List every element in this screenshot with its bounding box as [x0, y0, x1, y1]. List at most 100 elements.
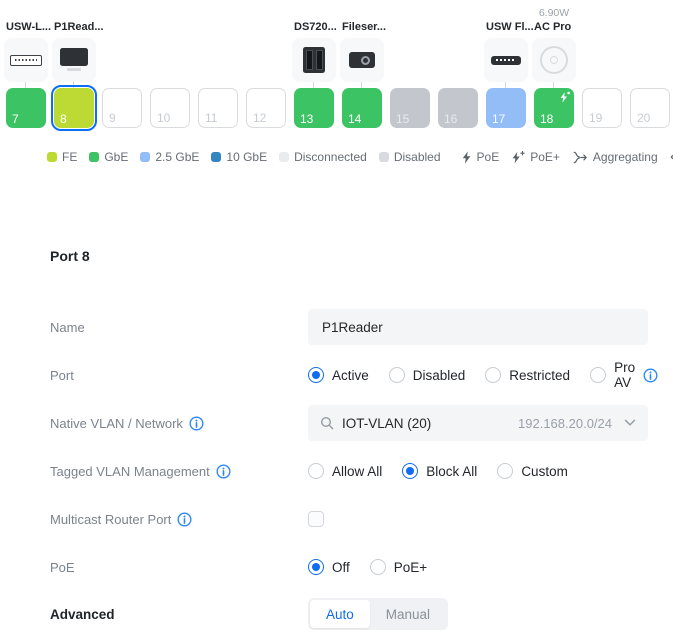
radio-label: Block All: [426, 464, 477, 479]
radio-option-off[interactable]: Off: [308, 559, 350, 575]
name-input[interactable]: [308, 309, 648, 345]
switch-icon: [10, 55, 42, 66]
advanced-row: Advanced AutoManual: [50, 596, 648, 632]
device-usw-fl[interactable]: USW Fl...: [484, 21, 534, 82]
radio-button[interactable]: [308, 559, 324, 575]
mirror-icon: [670, 151, 673, 163]
radio-option-custom[interactable]: Custom: [497, 463, 568, 479]
port-number: 20: [637, 112, 650, 124]
port-tile-10[interactable]: 10: [150, 88, 190, 128]
legend-swatch: [140, 152, 150, 162]
legend-item-aggregating: Aggregating: [572, 150, 658, 164]
device-ac-pro[interactable]: 6.90WAC Pro: [532, 21, 576, 82]
radio-button[interactable]: [308, 463, 324, 479]
tagged-vlan-radio-group: Allow All Block All Custom: [308, 463, 568, 479]
legend-label: PoE: [477, 150, 500, 164]
radio-option-disabled[interactable]: Disabled: [389, 367, 466, 383]
port-tile-19[interactable]: 19: [582, 88, 622, 128]
port-tile-15[interactable]: 15: [390, 88, 430, 128]
radio-label: Pro AV: [614, 360, 635, 390]
port-tile-8[interactable]: 8: [54, 88, 94, 128]
port-tile-20[interactable]: 20: [630, 88, 670, 128]
radio-button[interactable]: [402, 463, 418, 479]
info-icon[interactable]: [643, 368, 658, 383]
port-tile-12[interactable]: 12: [246, 88, 286, 128]
legend-swatch: [89, 152, 99, 162]
port-settings-panel: USW-L...P1Read... DS720...Fileser... USW F…: [0, 0, 673, 634]
advanced-label: Advanced: [50, 607, 308, 622]
device-name-label: USW-L...: [4, 21, 51, 34]
name-label: Name: [50, 320, 308, 335]
port-tile-17[interactable]: 17: [486, 88, 526, 128]
device-usw-l[interactable]: USW-L...: [4, 21, 51, 82]
native-vlan-value: IOT-VLAN (20): [342, 416, 510, 431]
display-icon: [60, 48, 88, 66]
device-tile[interactable]: [340, 38, 384, 82]
radio-option-block-all[interactable]: Block All: [402, 463, 477, 479]
port-number: 13: [300, 113, 313, 125]
port-number: 19: [589, 112, 602, 124]
radio-option-allow-all[interactable]: Allow All: [308, 463, 382, 479]
tagged-vlan-row: Tagged VLAN Management Allow All Block Al…: [50, 453, 648, 489]
native-vlan-label: Native VLAN / Network: [50, 416, 308, 431]
port-number: 18: [540, 113, 553, 125]
legend-swatch: [211, 152, 221, 162]
radio-option-pro-av[interactable]: Pro AV: [590, 360, 658, 390]
legend-label: PoE+: [530, 150, 560, 164]
device-power-label: 6.90W: [532, 7, 576, 19]
multicast-checkbox[interactable]: [308, 511, 324, 527]
radio-button[interactable]: [370, 559, 386, 575]
port-tile-9[interactable]: 9: [102, 88, 142, 128]
segment-manual[interactable]: Manual: [370, 600, 446, 628]
legend-item-10-gbe: 10 GbE: [211, 150, 267, 164]
legend-label: GbE: [104, 150, 128, 164]
advanced-segmented-control: AutoManual: [308, 598, 448, 630]
device-tile[interactable]: [4, 38, 48, 82]
legend-label: Disabled: [394, 150, 441, 164]
device-tile[interactable]: [532, 38, 576, 82]
device-tile[interactable]: [292, 38, 336, 82]
port-tile-7[interactable]: 7: [6, 88, 46, 128]
legend-item-disabled: Disabled: [379, 150, 441, 164]
port-tile-16[interactable]: 16: [438, 88, 478, 128]
port-tile-14[interactable]: 14: [342, 88, 382, 128]
poe-label: PoE: [50, 560, 308, 575]
device-tile[interactable]: [484, 38, 528, 82]
device-ds720[interactable]: DS720...: [292, 21, 337, 82]
device-tile[interactable]: [52, 38, 96, 82]
info-icon[interactable]: [177, 512, 192, 527]
device-fileser[interactable]: Fileser...: [340, 21, 386, 82]
radio-option-active[interactable]: Active: [308, 367, 369, 383]
native-vlan-select[interactable]: IOT-VLAN (20) 192.168.20.0/24: [308, 405, 648, 441]
tagged-vlan-label: Tagged VLAN Management: [50, 464, 308, 479]
radio-label: Restricted: [509, 368, 570, 383]
legend-item-mirror: Mirror: [670, 150, 673, 164]
switch-flex-icon: [491, 56, 521, 65]
poe-radio-group: Off PoE+: [308, 559, 427, 575]
segment-auto[interactable]: Auto: [310, 600, 370, 628]
radio-button[interactable]: [497, 463, 513, 479]
radio-button[interactable]: [485, 367, 501, 383]
radio-button[interactable]: [590, 367, 606, 383]
radio-button[interactable]: [389, 367, 405, 383]
chevron-down-icon: [624, 419, 636, 427]
radio-button[interactable]: [308, 367, 324, 383]
legend-swatch: [279, 152, 289, 162]
port-tile-11[interactable]: 11: [198, 88, 238, 128]
port-tile-18[interactable]: 18: [534, 88, 574, 128]
port-number: 11: [205, 112, 217, 124]
port-tile-13[interactable]: 13: [294, 88, 334, 128]
port-state-radio-group: Active Disabled Restricted Pro AV: [308, 360, 658, 390]
radio-option-restricted[interactable]: Restricted: [485, 367, 570, 383]
legend-item-2-5-gbe: 2.5 GbE: [140, 150, 199, 164]
info-icon[interactable]: [216, 464, 231, 479]
legend-item-disconnected: Disconnected: [279, 150, 367, 164]
radio-option-poe-[interactable]: PoE+: [370, 559, 427, 575]
legend-item-poe-: PoE+: [511, 150, 560, 164]
port-number: 15: [396, 113, 409, 125]
device-p1read[interactable]: P1Read...: [52, 21, 104, 82]
port-legend: FEGbE2.5 GbE10 GbEDisconnectedDisabledPo…: [47, 149, 673, 165]
radio-label: PoE+: [394, 560, 427, 575]
page-title: Port 8: [50, 248, 90, 264]
info-icon[interactable]: [189, 416, 204, 431]
